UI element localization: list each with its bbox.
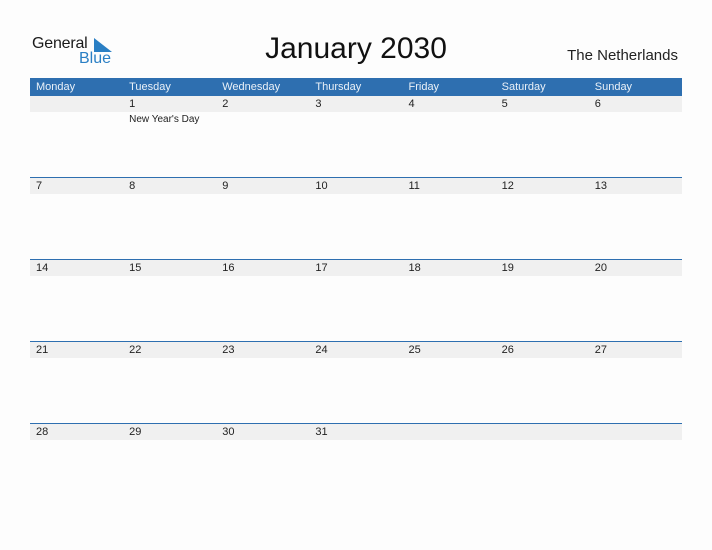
- events-row: [30, 440, 682, 442]
- holiday-label: [30, 358, 123, 360]
- weeks-container: 1 2 3 4 5 6 New Year's Day 7 8 9 10 11 12 13 14 15 16 17 1…: [30, 96, 682, 505]
- day-number: 29: [129, 426, 142, 438]
- holiday-label: [496, 440, 589, 442]
- day-number: 12: [501, 180, 514, 192]
- weekday-tuesday: Tuesday: [129, 81, 171, 93]
- events-row: [30, 358, 682, 360]
- week-row: 1 2 3 4 5 6 New Year's Day: [30, 96, 682, 177]
- day-number: 18: [408, 262, 421, 274]
- day-number: 28: [36, 426, 49, 438]
- day-number: 9: [222, 180, 229, 192]
- date-strip: 14 15 16 17 18 19 20: [30, 260, 682, 276]
- holiday-label: [496, 112, 589, 125]
- weekday-header: Monday Tuesday Wednesday Thursday Friday…: [30, 78, 682, 96]
- day-number: 1: [129, 98, 136, 110]
- day-number: 31: [315, 426, 328, 438]
- holiday-label: [216, 276, 309, 278]
- holiday-label: [403, 112, 496, 125]
- holiday-label: [496, 358, 589, 360]
- holiday-label: [123, 276, 216, 278]
- calendar-grid: Monday Tuesday Wednesday Thursday Friday…: [30, 78, 682, 505]
- holiday-label: [309, 194, 402, 196]
- day-number: 26: [501, 344, 514, 356]
- day-number: 17: [315, 262, 328, 274]
- day-number: 19: [501, 262, 514, 274]
- day-number: [496, 424, 589, 440]
- day-number: [403, 424, 496, 440]
- holiday-label: [123, 358, 216, 360]
- day-number: 30: [222, 426, 235, 438]
- weekday-saturday: Saturday: [501, 81, 546, 93]
- day-number: 13: [594, 180, 607, 192]
- day-number: 5: [501, 98, 508, 110]
- events-row: [30, 194, 682, 196]
- day-number: 22: [129, 344, 142, 356]
- holiday-label: [403, 276, 496, 278]
- day-number: 21: [36, 344, 49, 356]
- week-row: 7 8 9 10 11 12 13: [30, 177, 682, 259]
- date-strip: 7 8 9 10 11 12 13: [30, 178, 682, 194]
- holiday-label: [309, 112, 402, 125]
- events-row: New Year's Day: [30, 112, 682, 125]
- holiday-label: [30, 194, 123, 196]
- holiday-label: [216, 358, 309, 360]
- country-label: The Netherlands: [567, 47, 678, 64]
- holiday-label: [309, 358, 402, 360]
- holiday-label: [216, 440, 309, 442]
- date-strip: 21 22 23 24 25 26 27: [30, 342, 682, 358]
- holiday-label: [589, 194, 682, 196]
- day-number: 20: [594, 262, 607, 274]
- holiday-label: [589, 276, 682, 278]
- holiday-label: [589, 358, 682, 360]
- holiday-label: [403, 440, 496, 442]
- day-number: 10: [315, 180, 328, 192]
- weekday-friday: Friday: [408, 81, 440, 93]
- holiday-label: [216, 112, 309, 125]
- day-number: 4: [408, 98, 415, 110]
- week-row: 21 22 23 24 25 26 27: [30, 341, 682, 423]
- day-number: 24: [315, 344, 328, 356]
- day-number: 2: [222, 98, 229, 110]
- week-row: 14 15 16 17 18 19 20: [30, 259, 682, 341]
- weekday-wednesday: Wednesday: [222, 81, 281, 93]
- day-number: 23: [222, 344, 235, 356]
- holiday-label: [589, 112, 682, 125]
- day-number: 14: [36, 262, 49, 274]
- weekday-thursday: Thursday: [315, 81, 362, 93]
- date-strip: 1 2 3 4 5 6: [30, 96, 682, 112]
- day-number: 3: [315, 98, 322, 110]
- holiday-label: [309, 276, 402, 278]
- weekday-sunday: Sunday: [594, 81, 633, 93]
- day-number: [30, 96, 123, 112]
- holiday-label: [403, 358, 496, 360]
- week-row: 28 29 30 31: [30, 423, 682, 505]
- day-number: 11: [408, 180, 420, 192]
- date-strip: 28 29 30 31: [30, 424, 682, 440]
- day-number: 7: [36, 180, 43, 192]
- day-number: [589, 424, 682, 440]
- holiday-label: [496, 194, 589, 196]
- holiday-label: [589, 440, 682, 442]
- day-number: 6: [594, 98, 601, 110]
- day-number: 8: [129, 180, 136, 192]
- holiday-label: [30, 276, 123, 278]
- holiday-label: [123, 194, 216, 196]
- events-row: [30, 276, 682, 278]
- weekday-monday: Monday: [36, 81, 76, 93]
- day-number: 27: [594, 344, 607, 356]
- holiday-label: [30, 112, 123, 125]
- holiday-label: New Year's Day: [129, 114, 200, 125]
- day-number: 16: [222, 262, 235, 274]
- day-number: 25: [408, 344, 421, 356]
- holiday-label: [309, 440, 402, 442]
- holiday-label: [123, 440, 216, 442]
- holiday-label: [496, 276, 589, 278]
- day-number: 15: [129, 262, 142, 274]
- holiday-label: [403, 194, 496, 196]
- holiday-label: [30, 440, 123, 442]
- holiday-label: [216, 194, 309, 196]
